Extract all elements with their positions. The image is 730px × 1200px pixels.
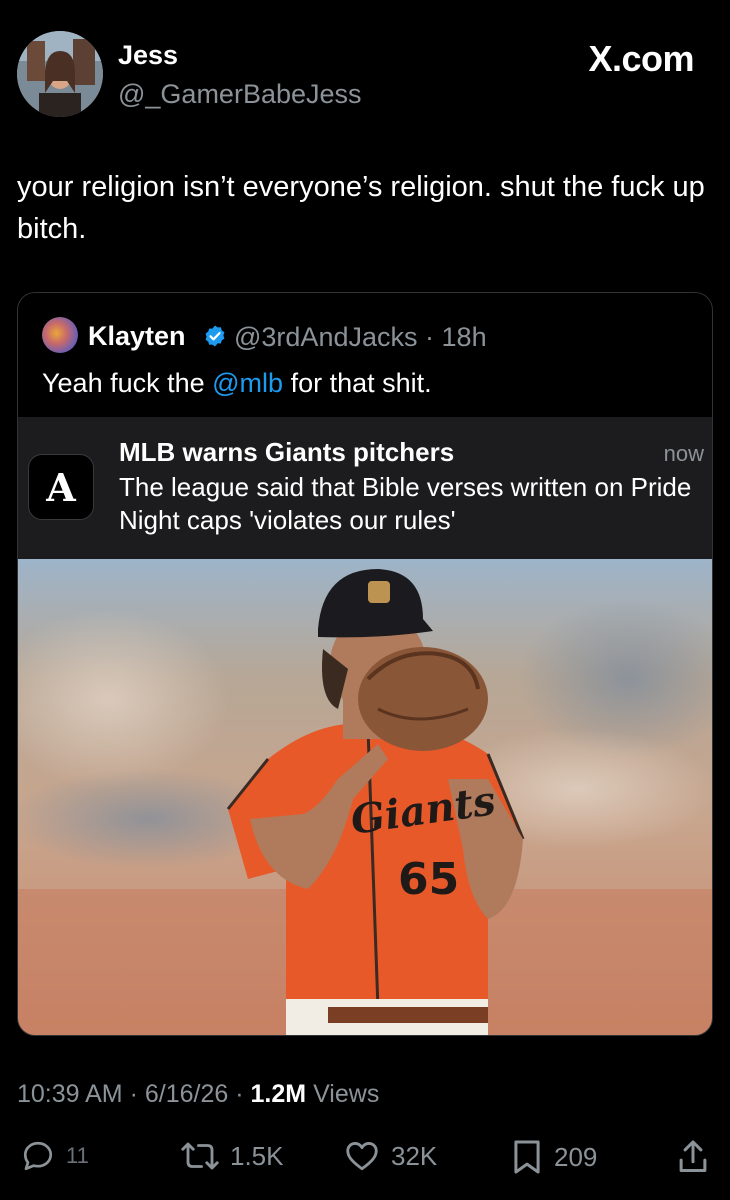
share-button[interactable] bbox=[676, 1138, 710, 1176]
quoted-age: 18h bbox=[441, 322, 487, 352]
brand-watermark: X.com bbox=[588, 38, 694, 79]
quoted-tweet[interactable]: Klayten @3rdAndJacks · 18h Yeah fuck the… bbox=[17, 292, 713, 1036]
heart-icon bbox=[346, 1141, 378, 1171]
views-count: 1.2M bbox=[250, 1080, 307, 1108]
reply-icon bbox=[23, 1141, 53, 1171]
quoted-author-name[interactable]: Klayten bbox=[88, 321, 186, 352]
athletic-app-icon: A bbox=[28, 454, 94, 520]
bookmark-icon bbox=[514, 1140, 540, 1174]
quoted-author-handle[interactable]: @3rdAndJacks bbox=[234, 322, 418, 352]
like-count: 32K bbox=[391, 1140, 438, 1171]
verified-badge-icon bbox=[205, 325, 225, 347]
news-notification: A MLB warns Giants pitchers now The leag… bbox=[18, 417, 712, 559]
notification-time: now bbox=[663, 441, 704, 466]
bookmark-count: 209 bbox=[554, 1141, 598, 1172]
quoted-text-before: Yeah fuck the bbox=[42, 368, 213, 398]
notification-body: The league said that Bible verses writte… bbox=[119, 472, 692, 535]
reply-button[interactable]: 11 bbox=[20, 1138, 89, 1174]
views-label: Views bbox=[313, 1080, 380, 1108]
author-handle[interactable]: @_GamerBabeJess bbox=[118, 79, 362, 110]
reply-count: 11 bbox=[66, 1143, 89, 1168]
bookmark-button[interactable]: 209 bbox=[510, 1138, 597, 1176]
tweet-text: your religion isn’t everyone’s religion.… bbox=[17, 171, 705, 245]
author-display-name[interactable]: Jess bbox=[118, 40, 178, 71]
quoted-author-avatar[interactable] bbox=[42, 317, 78, 353]
repost-icon bbox=[181, 1142, 219, 1170]
quoted-meta: @3rdAndJacks · 18h bbox=[234, 322, 487, 353]
tweet-actions: 11 1.5K 32K 209 bbox=[0, 1138, 730, 1182]
author-avatar[interactable] bbox=[17, 31, 103, 117]
avatar-photo bbox=[17, 31, 103, 117]
tweet-date[interactable]: 6/16/26 bbox=[145, 1080, 228, 1108]
like-button[interactable]: 32K bbox=[343, 1138, 437, 1174]
quoted-text-after: for that shit. bbox=[283, 368, 432, 398]
notification-title: MLB warns Giants pitchers bbox=[119, 437, 455, 467]
meta-separator: · bbox=[425, 322, 435, 352]
repost-button[interactable]: 1.5K bbox=[180, 1138, 284, 1174]
tweet-time[interactable]: 10:39 AM bbox=[17, 1080, 123, 1108]
tweet-metadata: 10:39 AM · 6/16/26 · 1.2M Views bbox=[17, 1080, 379, 1109]
quoted-text: Yeah fuck the @mlb for that shit. bbox=[42, 368, 432, 399]
mention-link[interactable]: @mlb bbox=[212, 368, 283, 398]
meta-separator: · bbox=[129, 1080, 138, 1108]
jersey-number: 65 bbox=[398, 854, 459, 905]
share-icon bbox=[679, 1140, 707, 1172]
repost-count: 1.5K bbox=[230, 1140, 284, 1171]
meta-separator: · bbox=[235, 1080, 244, 1108]
app-icon-letter: A bbox=[46, 464, 76, 510]
pitcher-photo[interactable]: Giants 65 bbox=[18, 559, 712, 1035]
